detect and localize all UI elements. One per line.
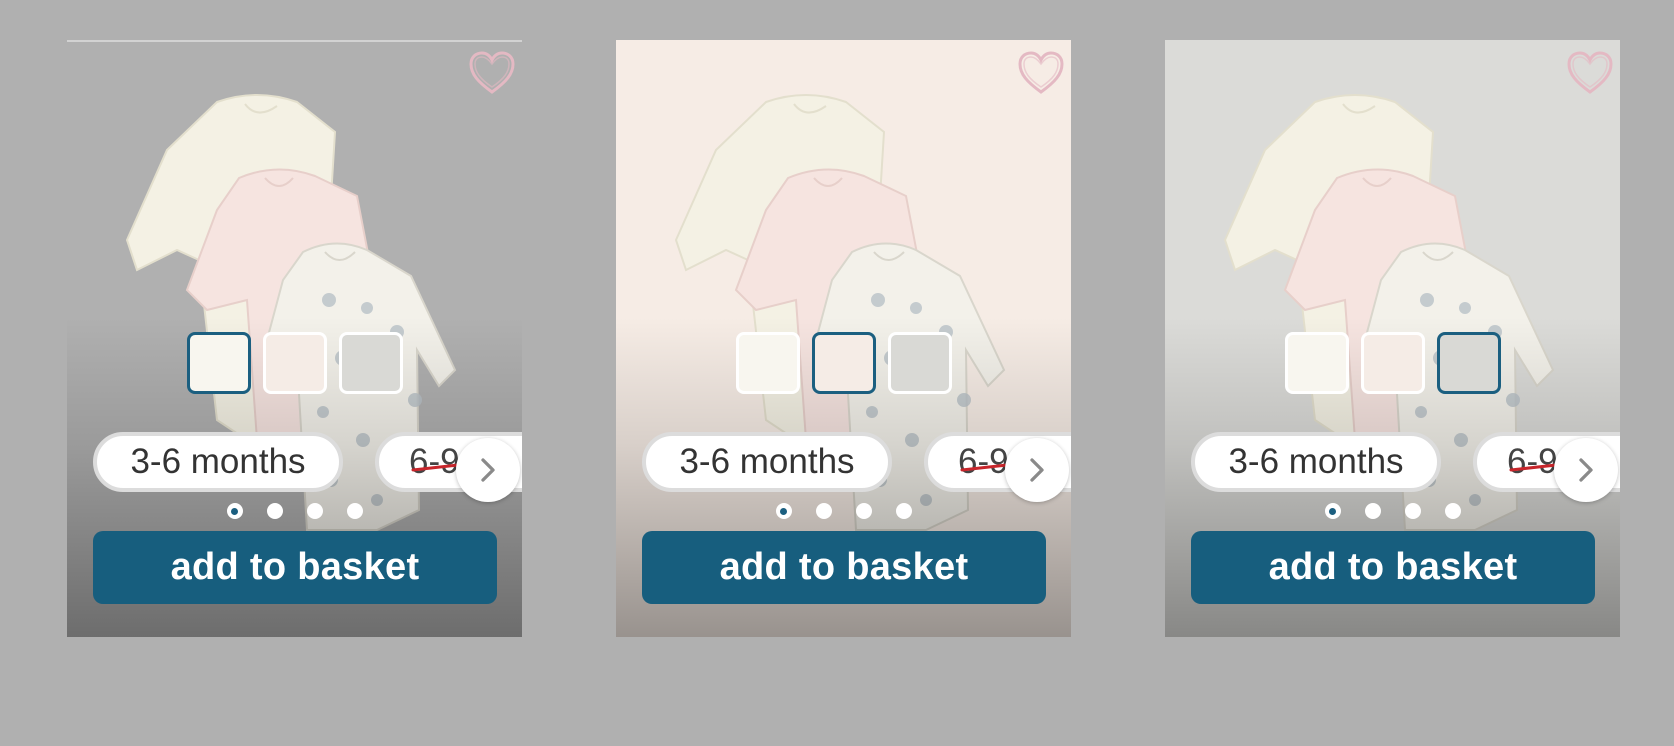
- carousel-dot[interactable]: [855, 503, 872, 519]
- carousel-dot[interactable]: [1444, 503, 1461, 519]
- product-card: 3-6 months 6-9 add to basket: [67, 40, 522, 637]
- color-swatch[interactable]: [186, 332, 251, 394]
- carousel-dot[interactable]: [1364, 503, 1381, 519]
- product-card: 3-6 months 6-9 add to basket: [1165, 40, 1620, 637]
- carousel-dot[interactable]: [1404, 503, 1421, 519]
- color-swatch[interactable]: [735, 332, 800, 394]
- color-swatches: [67, 332, 522, 394]
- color-swatch[interactable]: [338, 332, 403, 394]
- color-swatch[interactable]: [262, 332, 327, 394]
- chevron-right-icon[interactable]: [456, 438, 520, 502]
- color-swatch[interactable]: [1360, 332, 1425, 394]
- carousel-dots: [616, 503, 1071, 519]
- heart-outline-icon[interactable]: [468, 50, 516, 96]
- add-to-basket-button[interactable]: add to basket: [642, 531, 1046, 604]
- size-option[interactable]: 3-6 months: [93, 432, 343, 492]
- carousel-dot[interactable]: [775, 503, 792, 519]
- carousel-dot[interactable]: [815, 503, 832, 519]
- add-to-basket-button[interactable]: add to basket: [93, 531, 497, 604]
- color-swatch[interactable]: [1436, 332, 1501, 394]
- heart-outline-icon[interactable]: [1566, 50, 1614, 96]
- color-swatch[interactable]: [887, 332, 952, 394]
- color-swatches: [1165, 332, 1620, 394]
- size-option[interactable]: 3-6 months: [642, 432, 892, 492]
- chevron-right-icon[interactable]: [1554, 438, 1618, 502]
- add-to-basket-button[interactable]: add to basket: [1191, 531, 1595, 604]
- carousel-dot[interactable]: [895, 503, 912, 519]
- carousel-dot[interactable]: [346, 503, 363, 519]
- product-card: 3-6 months 6-9 add to basket: [616, 40, 1071, 637]
- carousel-dot[interactable]: [266, 503, 283, 519]
- chevron-right-icon[interactable]: [1005, 438, 1069, 502]
- size-option[interactable]: 3-6 months: [1191, 432, 1441, 492]
- carousel-dot[interactable]: [306, 503, 323, 519]
- carousel-dots: [67, 503, 522, 519]
- color-swatches: [616, 332, 1071, 394]
- color-swatch[interactable]: [1284, 332, 1349, 394]
- color-swatch[interactable]: [811, 332, 876, 394]
- heart-outline-icon[interactable]: [1017, 50, 1065, 96]
- carousel-dot[interactable]: [1324, 503, 1341, 519]
- carousel-dot[interactable]: [226, 503, 243, 519]
- carousel-dots: [1165, 503, 1620, 519]
